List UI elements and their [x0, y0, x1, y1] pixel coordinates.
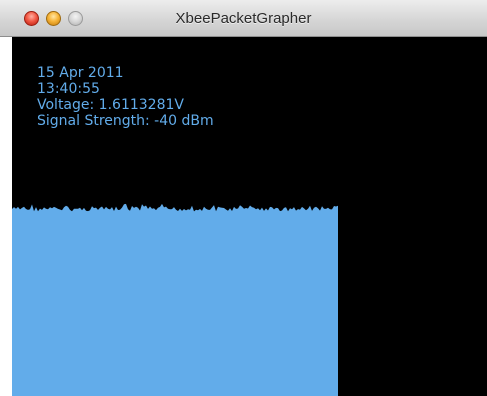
- signal-strength-label: Signal Strength: -40 dBm: [37, 113, 214, 129]
- voltage-label: Voltage: 1.6113281V: [37, 97, 184, 113]
- readout-panel: 15 Apr 2011 13:40:55 Voltage: 1.6113281V…: [37, 65, 214, 129]
- app-window: XbeePacketGrapher 15 Apr 2011 13:40:55 V…: [0, 0, 487, 396]
- window-title: XbeePacketGrapher: [175, 10, 312, 27]
- date-label: 15 Apr 2011: [37, 65, 124, 81]
- title-bar[interactable]: XbeePacketGrapher: [0, 0, 487, 37]
- signal-area: [12, 203, 338, 396]
- graph-canvas: 15 Apr 2011 13:40:55 Voltage: 1.6113281V…: [12, 37, 487, 396]
- time-label: 13:40:55: [37, 81, 100, 97]
